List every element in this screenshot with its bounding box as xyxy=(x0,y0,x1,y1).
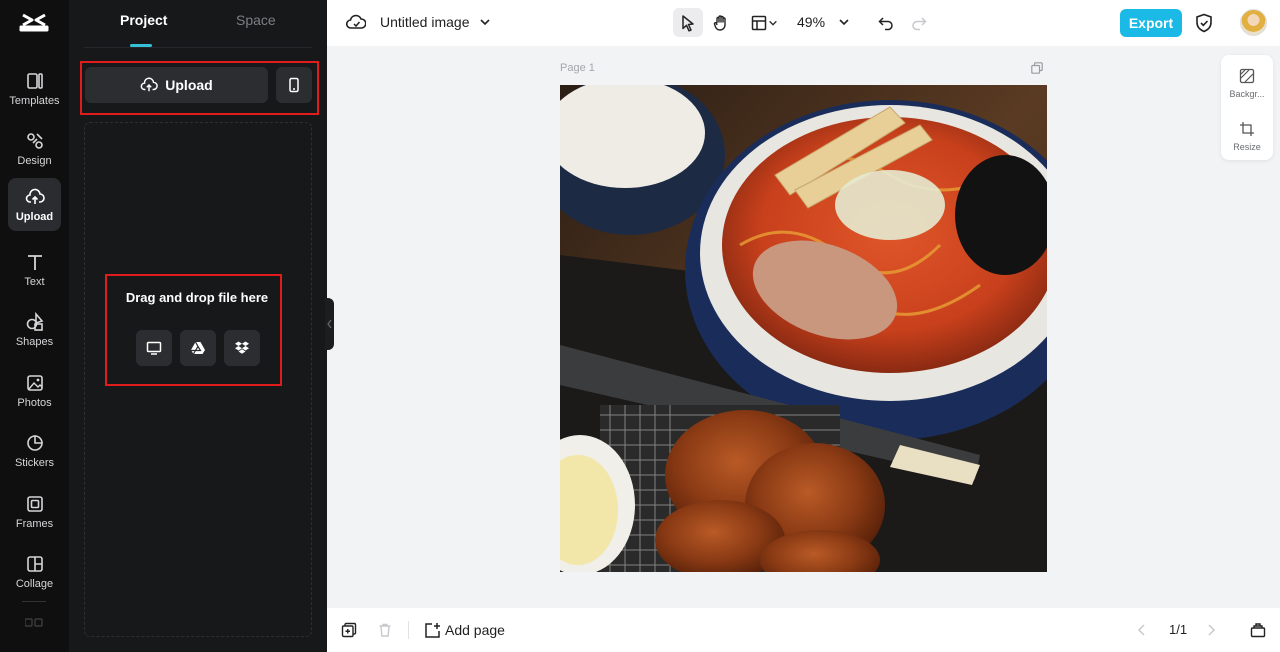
chevron-down-icon[interactable] xyxy=(838,16,850,28)
resize-icon xyxy=(1240,122,1254,136)
design-icon xyxy=(26,132,43,149)
upload-cloud-icon xyxy=(140,77,159,92)
chevron-down-icon xyxy=(769,20,777,26)
undo-button[interactable] xyxy=(871,8,901,37)
rail-item-text[interactable]: Text xyxy=(8,243,61,296)
shapes-icon xyxy=(26,311,43,331)
chevron-down-icon[interactable] xyxy=(479,16,491,28)
duplicate-page-icon[interactable] xyxy=(341,622,357,638)
rail-label: Text xyxy=(24,275,45,288)
rail-label: Design xyxy=(17,154,52,167)
rail-item-upload[interactable]: Upload xyxy=(8,178,61,231)
undo-icon xyxy=(878,16,893,30)
ramen-photo-illustration xyxy=(560,85,1047,572)
cloud-sync-icon[interactable] xyxy=(346,13,366,31)
rail-label: Photos xyxy=(17,396,52,409)
layout-icon xyxy=(751,15,767,30)
background-button[interactable]: Backgr... xyxy=(1221,68,1273,99)
add-page-button[interactable]: Add page xyxy=(445,622,505,638)
bottom-bar: Add page 1/1 xyxy=(327,608,1280,652)
upload-from-computer-button[interactable] xyxy=(136,330,172,366)
collage-icon xyxy=(26,555,43,572)
redo-icon xyxy=(912,16,927,30)
rail-label: Shapes xyxy=(15,335,54,348)
resize-label: Resize xyxy=(1233,142,1261,152)
add-page-icon[interactable] xyxy=(424,622,441,639)
page-label: Page 1 xyxy=(560,62,595,74)
more-apps-icon[interactable] xyxy=(25,618,43,628)
hand-icon xyxy=(713,14,726,31)
rail-item-shapes[interactable]: Shapes xyxy=(8,303,61,356)
rail-item-design[interactable]: Design xyxy=(8,122,61,175)
rail-label: Templates xyxy=(9,94,60,107)
rail-label: Collage xyxy=(15,577,54,590)
google-drive-icon xyxy=(191,341,205,355)
user-avatar[interactable] xyxy=(1240,9,1267,36)
upload-from-google-drive-button[interactable] xyxy=(180,330,216,366)
rail-item-collage[interactable]: Collage xyxy=(8,545,61,598)
upload-button-label: Upload xyxy=(165,77,213,93)
photos-icon xyxy=(26,374,43,391)
tab-project[interactable]: Project xyxy=(120,12,167,28)
upload-button[interactable]: Upload xyxy=(85,67,268,103)
rail-label: Stickers xyxy=(14,456,55,469)
text-icon xyxy=(27,254,42,270)
previous-page-icon[interactable] xyxy=(1134,622,1150,638)
collapse-panel-handle[interactable] xyxy=(325,298,334,350)
rail-divider xyxy=(22,601,46,602)
rail-item-photos[interactable]: Photos xyxy=(8,364,61,417)
duplicate-page-icon[interactable] xyxy=(1031,62,1043,74)
resize-button[interactable]: Resize xyxy=(1221,121,1273,152)
stickers-icon xyxy=(26,434,43,451)
layout-menu-button[interactable] xyxy=(745,8,783,37)
left-rail: Templates Design Upload Text Shapes Phot… xyxy=(0,0,69,652)
rail-label: Frames xyxy=(15,517,54,530)
top-bar: Untitled image 49% Export xyxy=(327,0,1280,46)
hand-tool-button[interactable] xyxy=(706,8,736,37)
select-tool-button[interactable] xyxy=(673,8,703,37)
right-tool-panel: Backgr... Resize xyxy=(1221,55,1273,160)
pointer-icon xyxy=(682,14,694,32)
canvas-image[interactable] xyxy=(560,85,1047,572)
page-counter: 1/1 xyxy=(1169,622,1188,637)
rail-item-stickers[interactable]: Stickers xyxy=(8,424,61,477)
dropbox-icon xyxy=(235,341,249,354)
zoom-level[interactable]: 49% xyxy=(797,14,825,30)
drop-zone[interactable] xyxy=(84,122,312,637)
upload-cloud-icon xyxy=(25,188,45,204)
capcut-logo-icon[interactable] xyxy=(19,10,49,34)
redo-button[interactable] xyxy=(904,8,934,37)
drop-zone-text: Drag and drop file here xyxy=(125,290,269,305)
tab-space[interactable]: Space xyxy=(236,12,276,28)
computer-icon xyxy=(146,341,162,355)
frames-icon xyxy=(26,495,43,512)
page-manager-icon[interactable] xyxy=(1250,622,1266,638)
upload-from-phone-button[interactable] xyxy=(276,67,312,103)
chevron-left-icon xyxy=(327,319,332,329)
phone-icon xyxy=(289,77,299,93)
shield-check-icon[interactable] xyxy=(1195,13,1213,33)
background-label: Backgr... xyxy=(1229,89,1265,99)
tab-divider xyxy=(84,47,312,48)
next-page-icon[interactable] xyxy=(1203,622,1219,638)
rail-label: Upload xyxy=(15,210,54,223)
delete-page-icon[interactable] xyxy=(377,622,393,638)
rail-item-templates[interactable]: Templates xyxy=(8,62,61,115)
templates-icon xyxy=(26,72,43,89)
document-title[interactable]: Untitled image xyxy=(380,14,470,30)
background-icon xyxy=(1239,68,1255,84)
upload-panel: Project Space Upload Drag and drop file … xyxy=(69,0,327,652)
rail-item-frames[interactable]: Frames xyxy=(8,485,61,538)
upload-from-dropbox-button[interactable] xyxy=(224,330,260,366)
export-button[interactable]: Export xyxy=(1120,9,1182,37)
bottom-separator xyxy=(408,621,409,639)
